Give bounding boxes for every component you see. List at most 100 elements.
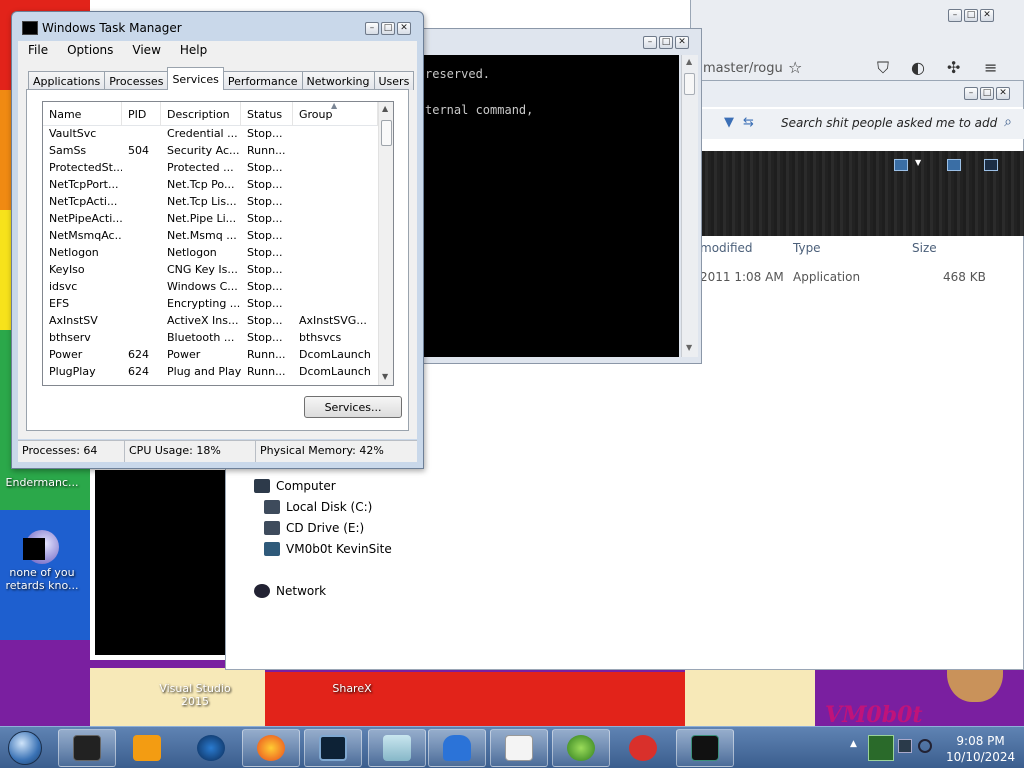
close-button[interactable]: ✕ — [675, 36, 689, 49]
service-row[interactable]: Power 624 Power Runn... DcomLaunch — [43, 348, 378, 365]
nav-item-network-drive[interactable]: VM0b0t KevinSite — [264, 542, 392, 556]
menu-help[interactable]: Help — [170, 41, 216, 61]
file-type[interactable]: Application — [793, 270, 860, 284]
desktop-icon-none-of-you[interactable]: none of you retards kno... — [2, 530, 82, 592]
dropdown-arrow-icon[interactable]: ▼ — [915, 158, 921, 167]
taskbar-item-tasks[interactable] — [490, 729, 548, 767]
start-button[interactable] — [2, 727, 52, 768]
scroll-up-arrow-icon[interactable]: ▲ — [686, 57, 692, 66]
service-row[interactable]: NetPipeActi... Net.Pipe Li... Stop... — [43, 212, 378, 229]
close-button[interactable]: ✕ — [996, 87, 1010, 100]
column-header-description[interactable]: Description — [161, 102, 241, 126]
console-output[interactable]: reserved. ternal command, — [423, 55, 679, 357]
pocket-icon[interactable]: ⛉ — [877, 58, 889, 78]
task-manager-window[interactable]: Windows Task Manager – □ ✕ File Options … — [11, 11, 424, 469]
service-row[interactable]: Netlogon Netlogon Stop... — [43, 246, 378, 263]
account-icon[interactable]: ◐ — [911, 58, 925, 77]
taskbar-item-media-player[interactable] — [118, 729, 176, 767]
taskbar-item-xbox[interactable] — [552, 729, 610, 767]
volume-icon[interactable] — [918, 739, 932, 753]
services-scrollbar[interactable]: ▲ ▼ — [378, 102, 393, 385]
taskbar-item-terminal[interactable] — [58, 729, 116, 767]
service-row[interactable]: EFS Encrypting ... Stop... — [43, 297, 378, 314]
bookmark-star-icon[interactable]: ☆ — [788, 58, 802, 77]
tab-applications[interactable]: Applications — [28, 71, 106, 90]
taskbar-item-error[interactable] — [614, 729, 672, 767]
taskbar-item-firefox[interactable] — [242, 729, 300, 767]
minimize-button[interactable]: – — [964, 87, 978, 100]
services-button[interactable]: Services... — [304, 396, 402, 418]
service-row[interactable]: idsvc Windows C... Stop... — [43, 280, 378, 297]
scrollbar-thumb[interactable] — [381, 120, 392, 146]
menu-options[interactable]: Options — [57, 41, 122, 61]
search-icon[interactable]: ⌕ — [1004, 114, 1012, 130]
explorer-search-bar[interactable]: ▼ ⇆ Search shit people asked me to add ⌕ — [696, 109, 1024, 139]
taskbar-item-console[interactable] — [304, 729, 362, 767]
desktop-icon-sharex[interactable]: ShareX — [312, 682, 392, 695]
extensions-icon[interactable]: ✣ — [947, 58, 960, 77]
minimize-button[interactable]: – — [365, 22, 379, 35]
maximize-button[interactable]: □ — [980, 87, 994, 100]
tab-processes[interactable]: Processes — [104, 71, 169, 90]
nav-item-cd-drive[interactable]: CD Drive (E:) — [264, 521, 364, 535]
file-modified[interactable]: 2011 1:08 AM — [700, 270, 784, 284]
scrollbar-thumb[interactable] — [684, 73, 695, 95]
tray-app-icon[interactable] — [868, 735, 894, 761]
service-row[interactable]: ProtectedSt... Protected ... Stop... — [43, 161, 378, 178]
column-header-name[interactable]: Name — [43, 102, 122, 126]
console-window[interactable]: – □ ✕ reserved. ternal command, ▲ ▼ — [420, 28, 702, 364]
tab-performance[interactable]: Performance — [222, 71, 303, 90]
menu-view[interactable]: View — [122, 41, 169, 61]
taskbar-item-browser[interactable] — [182, 729, 240, 767]
tray-expand-icon[interactable]: ▲ — [850, 739, 857, 749]
column-header-pid[interactable]: PID — [122, 102, 161, 126]
service-row[interactable]: AxInstSV ActiveX Ins... Stop... AxInstSVG..… — [43, 314, 378, 331]
nav-item-network[interactable]: Network — [254, 584, 326, 598]
menu-file[interactable]: File — [18, 41, 57, 61]
preview-pane-icon[interactable] — [947, 159, 961, 171]
services-list[interactable]: Name PID Description Status Group ▲ Vaul… — [42, 101, 394, 386]
column-header-status[interactable]: Status — [241, 102, 293, 126]
dropdown-arrow-icon[interactable]: ▼ — [724, 115, 734, 130]
desktop-icon-visual-studio[interactable]: Visual Studio 2015 — [155, 682, 235, 708]
maximize-button[interactable]: □ — [964, 9, 978, 22]
taskbar-item-app-blue[interactable] — [428, 729, 486, 767]
taskbar-item-task-manager[interactable] — [676, 729, 734, 767]
taskbar-item-explorer[interactable] — [368, 729, 426, 767]
tab-networking[interactable]: Networking — [301, 71, 375, 90]
file-size[interactable]: 468 KB — [943, 270, 986, 284]
nav-item-local-disk[interactable]: Local Disk (C:) — [264, 500, 372, 514]
scroll-down-arrow-icon[interactable]: ▼ — [686, 343, 692, 352]
help-icon[interactable] — [984, 159, 998, 171]
address-bar-text[interactable]: master/rogu — [703, 61, 783, 76]
tab-users[interactable]: Users — [373, 71, 415, 90]
service-row[interactable]: NetTcpPort... Net.Tcp Po... Stop... — [43, 178, 378, 195]
tab-services[interactable]: Services — [167, 67, 224, 90]
maximize-button[interactable]: □ — [659, 36, 673, 49]
search-input[interactable]: Search shit people asked me to add — [781, 116, 997, 130]
service-row[interactable]: SamSs 504 Security Ac... Runn... — [43, 144, 378, 161]
close-button[interactable]: ✕ — [980, 9, 994, 22]
minimize-button[interactable]: – — [948, 9, 962, 22]
scroll-down-arrow-icon[interactable]: ▼ — [382, 372, 388, 381]
close-button[interactable]: ✕ — [397, 22, 411, 35]
clock[interactable]: 9:08 PM 10/10/2024 — [946, 733, 1015, 765]
service-row[interactable]: NetMsmqAc... Net.Msmq ... Stop... — [43, 229, 378, 246]
column-header-type[interactable]: Type — [793, 241, 821, 255]
service-row[interactable]: PlugPlay 624 Plug and Play Runn... DcomLaunc… — [43, 365, 378, 382]
hamburger-menu-icon[interactable]: ≡ — [984, 58, 997, 77]
nav-item-computer[interactable]: Computer — [254, 479, 336, 493]
column-header-modified[interactable]: modified — [700, 241, 753, 255]
column-header-group[interactable]: Group ▲ — [293, 102, 378, 126]
maximize-button[interactable]: □ — [381, 22, 395, 35]
service-row[interactable]: KeyIso CNG Key Is... Stop... — [43, 263, 378, 280]
minimize-button[interactable]: – — [643, 36, 657, 49]
service-row[interactable]: bthserv Bluetooth ... Stop... bthsvcs — [43, 331, 378, 348]
column-header-size[interactable]: Size — [912, 241, 937, 255]
console-scrollbar[interactable]: ▲ ▼ — [681, 55, 698, 357]
scroll-up-arrow-icon[interactable]: ▲ — [382, 104, 388, 113]
view-options-icon[interactable] — [894, 159, 908, 171]
service-row[interactable]: NetTcpActi... Net.Tcp Lis... Stop... — [43, 195, 378, 212]
desktop-icon-endermanch[interactable]: Endermanc... — [2, 476, 82, 489]
network-icon[interactable] — [898, 739, 912, 753]
